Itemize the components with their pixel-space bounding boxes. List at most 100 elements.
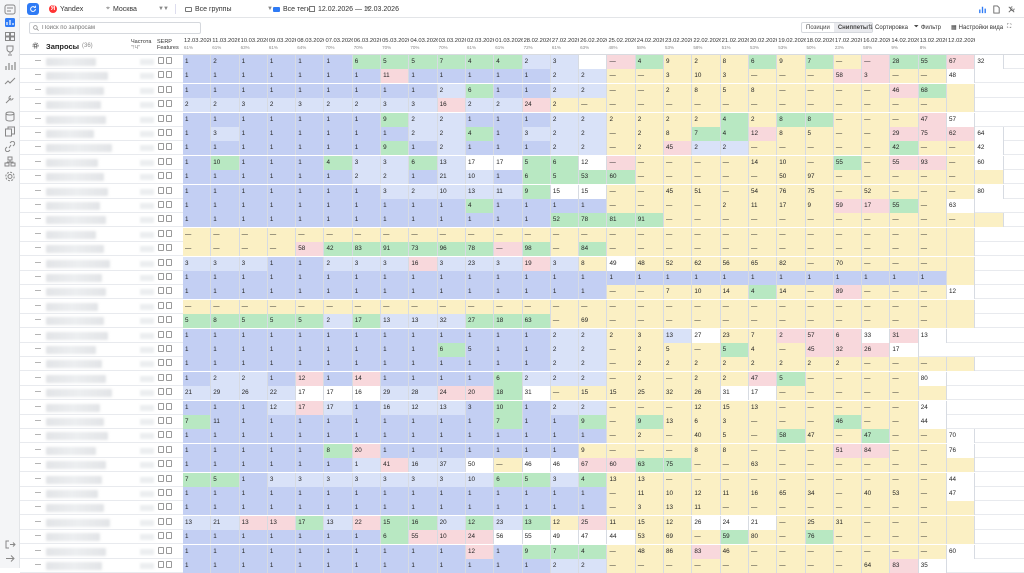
position-cell[interactable]: 1	[409, 285, 438, 300]
serp-features[interactable]	[158, 201, 172, 208]
position-cell[interactable]: 32	[975, 55, 1004, 69]
row-menu-icon[interactable]: —	[35, 303, 41, 309]
position-cell[interactable]: 1	[352, 69, 382, 84]
position-cell[interactable]: 1	[437, 544, 466, 559]
position-cell[interactable]: 7	[550, 544, 580, 559]
position-cell[interactable]: 1	[324, 371, 353, 386]
position-cell[interactable]: 2	[664, 357, 693, 372]
position-cell[interactable]: 1	[437, 213, 466, 228]
position-cell[interactable]: 17	[296, 515, 325, 530]
position-cell[interactable]: 65	[748, 256, 778, 271]
table-row[interactable]: —1 1 1 1 1 1 1 3 2 10 13 11 9 15 15— —45 51—54 76 75—52— — —…	[20, 184, 1024, 199]
position-cell[interactable]: 1	[635, 271, 665, 285]
position-cell[interactable]: —	[862, 299, 891, 314]
position-cell[interactable]: 1	[183, 69, 212, 84]
position-cell[interactable]: 2	[550, 400, 580, 415]
position-cell[interactable]: —	[664, 170, 693, 185]
position-cell[interactable]: 8	[211, 314, 240, 329]
position-cell[interactable]: 1	[239, 343, 268, 357]
position-cell[interactable]: —	[777, 458, 806, 473]
position-cell[interactable]: —	[635, 314, 665, 329]
position-cell[interactable]: —	[607, 83, 636, 98]
position-cell[interactable]: —	[352, 227, 382, 242]
date-column-header[interactable]: 01.03.2026 61%	[494, 38, 522, 54]
position-cell[interactable]: 1	[579, 271, 608, 285]
position-cell[interactable]: 1	[352, 415, 382, 429]
position-cell[interactable]: 1	[183, 530, 212, 545]
date-column-header[interactable]: 18.02.2026 50%	[806, 38, 834, 54]
query-text-blurred[interactable]	[46, 504, 104, 513]
position-cell[interactable]: 2	[550, 98, 580, 113]
position-cell[interactable]: —	[918, 199, 948, 213]
position-cell[interactable]: 2	[437, 141, 466, 156]
position-cell[interactable]: 1	[381, 285, 410, 300]
position-cell[interactable]: —	[805, 242, 834, 257]
position-cell[interactable]: 35	[918, 559, 948, 573]
position-cell[interactable]: —	[720, 458, 749, 473]
position-cell[interactable]	[947, 458, 976, 473]
position-cell[interactable]: —	[664, 98, 693, 113]
position-cell[interactable]: 55	[833, 155, 863, 170]
position-cell[interactable]: —	[918, 487, 948, 501]
position-cell[interactable]: 2	[211, 371, 240, 386]
position-cell[interactable]: —	[777, 415, 806, 429]
position-cell[interactable]: —	[664, 227, 693, 242]
position-cell[interactable]: 3	[381, 472, 410, 487]
table-row[interactable]: — — — — — — — — — — — — — — — — — — — — — — — — — — — —	[20, 299, 1024, 314]
position-cell[interactable]: —	[805, 314, 834, 329]
position-cell[interactable]: 80	[918, 371, 948, 386]
position-cell[interactable]: 1	[239, 415, 268, 429]
serp-features[interactable]	[158, 373, 172, 381]
position-cell[interactable]: —	[862, 55, 891, 69]
table-row[interactable]: —1 1 1 1 1 1 1 1 1 1 1 1 1 1 1 1 1 1 1 1 1 1 1 1 1 1 1	[20, 271, 1024, 285]
link-icon[interactable]	[4, 141, 16, 152]
position-cell[interactable]: —	[635, 155, 665, 170]
position-cell[interactable]: 81	[607, 213, 636, 228]
position-cell[interactable]: 55	[890, 155, 919, 170]
position-cell[interactable]: 93	[918, 155, 948, 170]
position-cell[interactable]: 2	[324, 256, 353, 271]
position-cell[interactable]: —	[862, 285, 891, 300]
tools-icon[interactable]	[4, 94, 16, 105]
table-row[interactable]: — — — — —58 42 83 91 73 96 78—98—84— — — — — — — — — — — —	[20, 242, 1024, 257]
position-cell[interactable]: —	[720, 314, 749, 329]
position-cell[interactable]: —	[494, 227, 523, 242]
position-cell[interactable]: 1	[296, 271, 325, 285]
position-cell[interactable]: —	[550, 227, 580, 242]
serp-features[interactable]	[158, 517, 172, 525]
query-text-blurred[interactable]	[46, 475, 102, 484]
position-cell[interactable]: —	[805, 559, 834, 573]
serp-features[interactable]	[158, 431, 172, 439]
position-cell[interactable]: 1	[211, 443, 240, 458]
position-cell[interactable]: 1	[437, 429, 466, 444]
position-cell[interactable]: 1	[267, 487, 297, 501]
position-cell[interactable]: 91	[381, 242, 410, 257]
position-cell[interactable]: 2	[720, 357, 749, 372]
position-cell[interactable]: 1	[239, 170, 268, 185]
position-cell[interactable]: 52	[550, 213, 580, 228]
position-cell[interactable]: 48	[947, 69, 976, 84]
position-cell[interactable]	[947, 83, 976, 98]
position-cell[interactable]: —	[607, 199, 636, 213]
position-cell[interactable]: 47	[947, 487, 976, 501]
position-cell[interactable]: —	[862, 458, 891, 473]
position-cell[interactable]: 1	[296, 69, 325, 84]
position-cell[interactable]: 6	[748, 55, 778, 69]
position-cell[interactable]: 1	[183, 271, 212, 285]
position-cell[interactable]: 17	[777, 199, 806, 213]
position-cell[interactable]: —	[890, 98, 919, 113]
position-cell[interactable]: 47	[805, 429, 834, 444]
position-cell[interactable]: 2	[465, 98, 495, 113]
row-menu-icon[interactable]: —	[35, 548, 41, 554]
position-cell[interactable]: —	[947, 141, 976, 156]
position-cell[interactable]: 1	[352, 213, 382, 228]
position-cell[interactable]: 37	[437, 458, 466, 473]
position-cell[interactable]: 1	[267, 213, 297, 228]
position-cell[interactable]: 1	[211, 170, 240, 185]
position-cell[interactable]: 13	[748, 400, 778, 415]
position-cell[interactable]: 1	[409, 357, 438, 372]
position-cell[interactable]: —	[890, 443, 919, 458]
position-cell[interactable]: —	[183, 299, 212, 314]
date-column-header[interactable]: 04.03.2026 70%	[409, 38, 437, 54]
position-cell[interactable]: —	[833, 429, 863, 444]
